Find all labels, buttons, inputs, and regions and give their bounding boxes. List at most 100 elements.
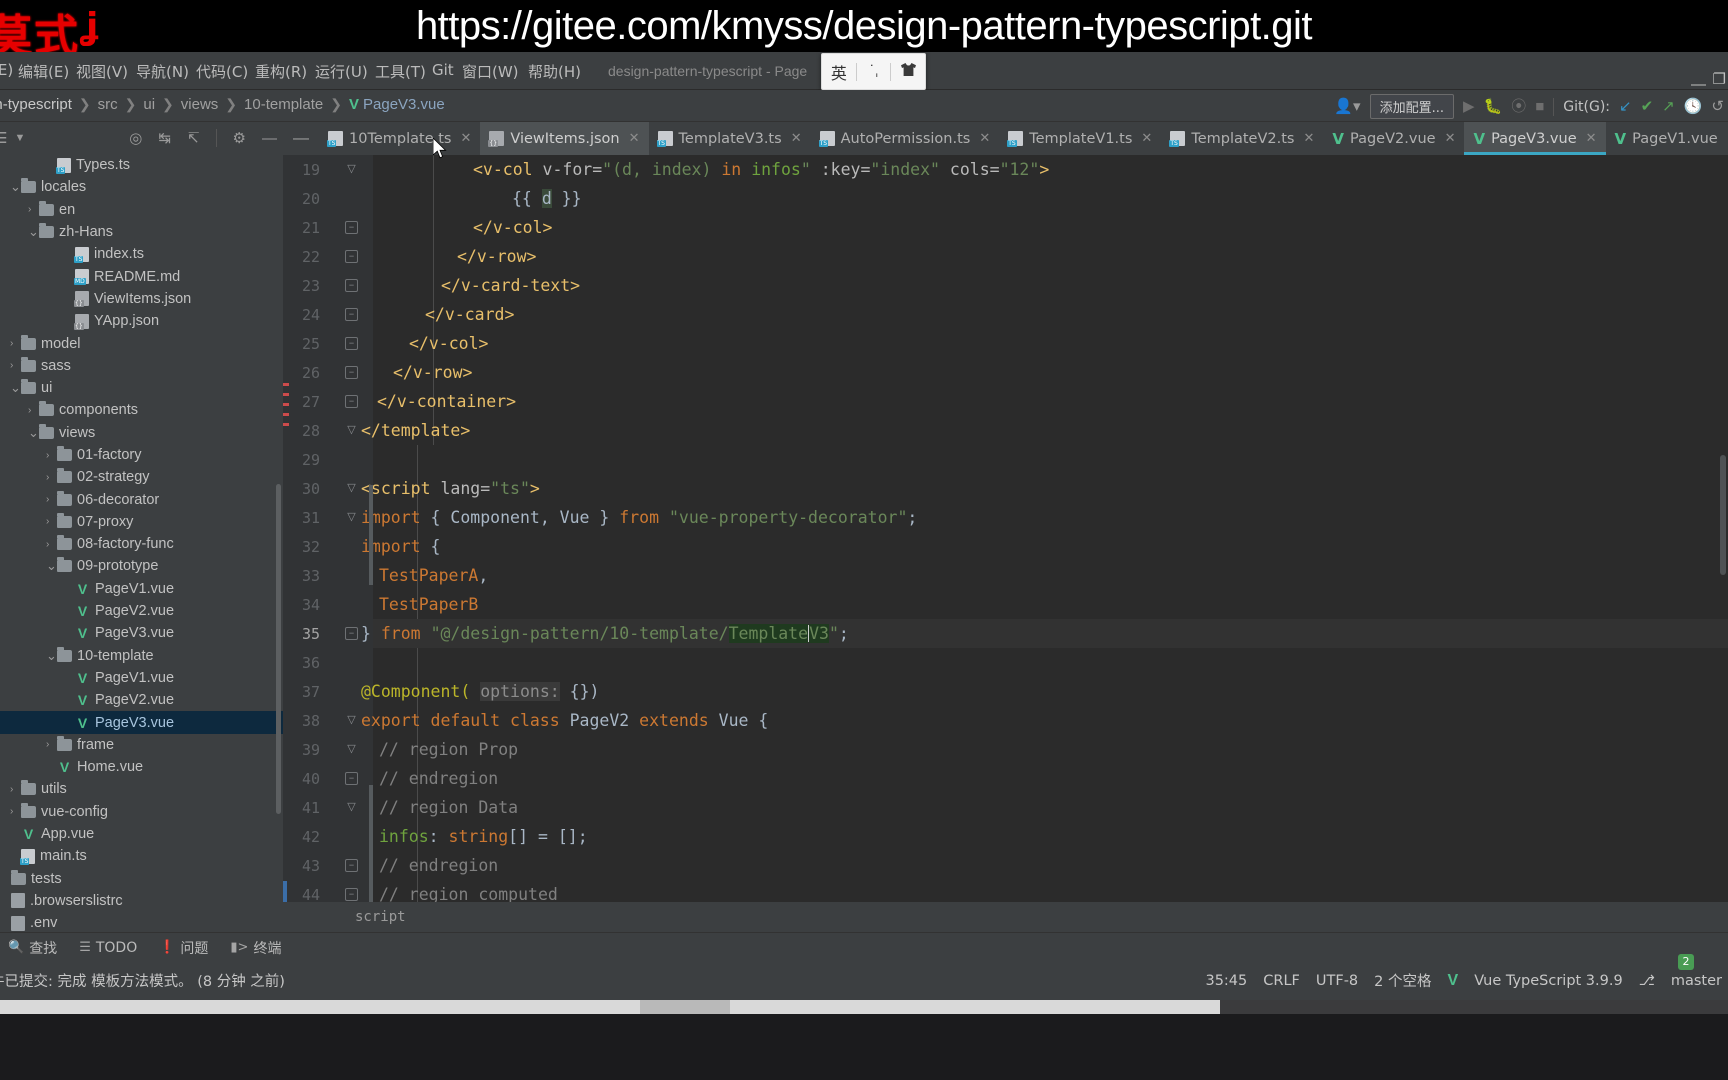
menu-view[interactable]: 视图(V) (76, 61, 128, 82)
toolwindow-problems[interactable]: ❗ 问题 (159, 938, 208, 958)
ime-mode-label[interactable]: 英 (822, 60, 856, 84)
editor-breadcrumb-label[interactable]: script (355, 909, 406, 925)
menu-refactor[interactable]: 重构(R) (255, 61, 307, 82)
tree-item-09-prototype[interactable]: ⌄ 09-prototype (0, 555, 283, 577)
code-line-24[interactable]: </v-card> (425, 305, 514, 324)
editor-tab-templatev2-ts[interactable]: TemplateV2.ts ✕ (1161, 122, 1324, 155)
tree-item-home-vue[interactable]: V Home.vue (0, 756, 283, 778)
chevron-down-icon[interactable]: ⌄ (46, 559, 57, 572)
editor-vertical-scrollbar[interactable] (1720, 455, 1726, 575)
tree-item-07-proxy[interactable]: › 07-proxy (0, 511, 283, 533)
project-tree-scrollbar[interactable] (276, 484, 281, 814)
code-fold-toggle[interactable]: − (345, 308, 358, 321)
chevron-down-icon[interactable]: ⌄ (28, 225, 39, 238)
menu-git[interactable]: Git (432, 61, 454, 79)
breadcrumb[interactable]: pattern-typescript ❯ src ❯ ui ❯ views ❯ … (0, 96, 445, 113)
chevron-right-icon[interactable]: › (46, 450, 57, 461)
tree-item-index-ts[interactable]: index.ts (0, 243, 283, 265)
close-icon[interactable]: ✕ (629, 131, 640, 146)
code-line-30[interactable]: <script lang="ts"> (361, 479, 540, 498)
tree-item-pagev3-vue[interactable]: V PageV3.vue (0, 711, 283, 734)
tree-item-pagev2-vue[interactable]: V PageV2.vue (0, 689, 283, 711)
code-line-21[interactable]: </v-col> (473, 218, 552, 237)
tree-item-pagev1-vue[interactable]: V PageV1.vue (0, 667, 283, 689)
code-line-41[interactable]: // region Data (379, 798, 518, 817)
editor-tab-viewitems-json[interactable]: ViewItems.json ✕ (480, 122, 649, 155)
editor-tab-bar[interactable]: — 10Template.ts✕ViewItems.json✕TemplateV… (283, 122, 1728, 155)
tree-item-components[interactable]: › components (0, 399, 283, 421)
code-fold-toggle[interactable]: ▽ (345, 163, 358, 176)
tool-window-bar[interactable]: 🔍 查找 ☰ TODO ❗ 问题 ▮> 终端 (0, 932, 1728, 962)
editor-tab-pagev3-vue[interactable]: V PageV3.vue ✕ (1464, 122, 1606, 155)
code-line-43[interactable]: // endregion (379, 856, 498, 875)
breadcrumb-item-10-template[interactable]: 10-template (244, 96, 323, 113)
code-line-38[interactable]: export default class PageV2 extends Vue … (361, 711, 768, 730)
chevron-right-icon[interactable]: › (46, 739, 57, 750)
code-line-26[interactable]: </v-row> (393, 363, 472, 382)
run-coverage-icon[interactable]: ⦿ (1511, 99, 1526, 114)
code-line-19[interactable]: <v-col v-for="(d, index) in infos" :key=… (473, 160, 1049, 179)
tree-item-en[interactable]: › en (0, 199, 283, 221)
tree-item-readme-md[interactable]: README.md (0, 265, 283, 287)
project-panel-toolbar[interactable]: ☰ ▼ ◎ ↹ ↸ ⚙ — (0, 122, 283, 154)
tree-item-browserslistrc[interactable]: .browserslistrc (0, 890, 283, 912)
code-fold-toggle[interactable]: ▽ (345, 511, 358, 524)
debug-icon[interactable]: 🐛 (1484, 99, 1503, 114)
chevron-right-icon[interactable]: › (28, 204, 39, 215)
status-bar-right[interactable]: 35:45 CRLF UTF-8 2 个空格 V Vue TypeScript … (1205, 954, 1722, 991)
code-line-33[interactable]: TestPaperA, (379, 566, 488, 585)
git-update-icon[interactable]: ↙ (1619, 99, 1632, 114)
code-line-42[interactable]: infos: string[] = []; (379, 827, 588, 846)
tree-item-pagev1-vue[interactable]: V PageV1.vue (0, 578, 283, 600)
breadcrumb-item-project[interactable]: pattern-typescript (0, 96, 72, 113)
run-icon[interactable]: ▶ (1463, 99, 1475, 114)
tree-item-01-factory[interactable]: › 01-factory (0, 444, 283, 466)
collapse-all-icon[interactable]: ↸ (187, 131, 200, 146)
tree-item-10-template[interactable]: ⌄ 10-template (0, 645, 283, 667)
git-branch[interactable]: master (1671, 973, 1722, 989)
close-icon[interactable]: ✕ (1445, 131, 1456, 146)
chevron-right-icon[interactable]: › (46, 516, 57, 527)
tree-item-sass[interactable]: › sass (0, 355, 283, 377)
git-push-icon[interactable]: ↗ (1662, 99, 1675, 114)
code-line-27[interactable]: </v-container> (377, 392, 516, 411)
git-rollback-icon[interactable]: ↺ (1711, 99, 1724, 114)
indent-setting[interactable]: 2 个空格 (1374, 970, 1431, 991)
editor-tab-pagev2-vue[interactable]: V PageV2.vue ✕ (1323, 122, 1465, 155)
code-line-39[interactable]: // region Prop (379, 740, 518, 759)
hide-panel-icon[interactable]: — (262, 131, 277, 146)
code-fold-toggle[interactable]: − (345, 221, 358, 234)
editor-tab-autopermission-ts[interactable]: AutoPermission.ts ✕ (810, 122, 1000, 155)
notification-badge[interactable]: 2 (1678, 954, 1694, 970)
code-fold-toggle[interactable]: − (345, 395, 358, 408)
tree-item-types-ts[interactable]: Types.ts (0, 154, 283, 176)
toolwindow-find[interactable]: 🔍 查找 (8, 938, 57, 958)
code-line-22[interactable]: </v-row> (457, 247, 536, 266)
tree-item-frame[interactable]: › frame (0, 734, 283, 756)
chevron-right-icon[interactable]: › (46, 472, 57, 483)
tree-item-model[interactable]: › model (0, 332, 283, 354)
code-line-35[interactable]: } from "@/design-pattern/10-template/Tem… (361, 624, 849, 643)
code-fold-toggle[interactable]: − (345, 888, 358, 901)
chevron-down-icon[interactable]: ⌄ (10, 180, 21, 193)
code-fold-toggle[interactable]: ▽ (345, 801, 358, 814)
editor-tab-pagev1-vue[interactable]: VPageV1.vue✕ (1605, 122, 1728, 155)
code-line-20[interactable]: {{ d }} (512, 189, 582, 208)
chevron-right-icon[interactable]: › (10, 806, 21, 817)
close-icon[interactable]: ✕ (1586, 131, 1597, 146)
tree-item-locales[interactable]: ⌄ locales (0, 176, 283, 198)
navigation-bar[interactable]: pattern-typescript ❯ src ❯ ui ❯ views ❯ … (0, 90, 1728, 122)
tree-item-06-decorator[interactable]: › 06-decorator (0, 488, 283, 510)
code-line-40[interactable]: // endregion (379, 769, 498, 788)
tree-item-views[interactable]: ⌄ views (0, 422, 283, 444)
menu-navigate[interactable]: 导航(N) (136, 61, 189, 82)
shirt-icon[interactable] (891, 62, 925, 81)
code-fold-toggle[interactable]: − (345, 627, 358, 640)
tree-item-pagev2-vue[interactable]: V PageV2.vue (0, 600, 283, 622)
code-line-23[interactable]: </v-card-text> (441, 276, 580, 295)
menu-file[interactable]: (E) (0, 61, 13, 79)
code-fold-toggle[interactable]: − (345, 859, 358, 872)
editor-tab-templatev3-ts[interactable]: TemplateV3.ts ✕ (648, 122, 811, 155)
chevron-right-icon[interactable]: › (28, 405, 39, 416)
add-configuration-button[interactable]: 添加配置... (1369, 94, 1454, 119)
